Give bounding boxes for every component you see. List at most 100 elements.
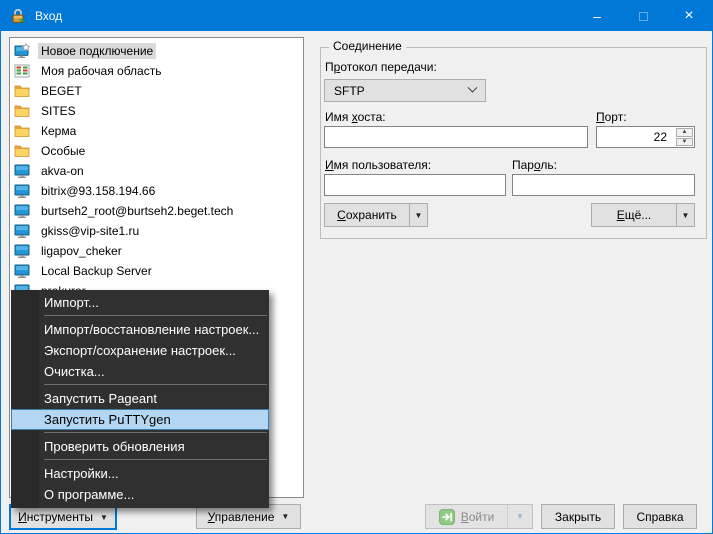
close-dialog-button[interactable]: Закрыть [541,504,615,529]
list-item-label: Керма [38,123,79,139]
tools-context-menu: Импорт... Импорт/восстановление настроек… [11,290,269,508]
manage-button-label: Управление [208,510,275,524]
spin-down-icon[interactable]: ▼ [676,138,693,147]
port-spinner: ▲ ▼ [676,128,693,146]
folder-icon [14,83,30,99]
list-item-site[interactable]: Local Backup Server [10,261,303,281]
menu-item-run-puttygen[interactable]: Запустить PuTTYgen [11,409,269,430]
server-icon [14,163,30,179]
login-button: Войти [426,505,507,528]
server-icon [14,223,30,239]
menu-separator [44,315,267,316]
host-label: Имя хоста: [325,110,386,124]
menu-item-preferences[interactable]: Настройки... [11,463,269,484]
list-item-label: burtseh2_root@burtseh2.beget.tech [38,203,236,219]
list-item-label: bitrix@93.158.194.66 [38,183,158,199]
folder-icon [14,103,30,119]
dropdown-icon: ▼ [281,512,289,521]
minimize-button[interactable]: – [574,1,620,31]
list-item-label: BEGET [38,83,85,99]
tools-button-label: Инструменты [18,510,93,524]
login-dialog: Вход – × Новое подключение Моя рабочая о… [0,0,713,534]
list-item-label: gkiss@vip-site1.ru [38,223,142,239]
maximize-icon [639,12,648,21]
connection-group: Соединение Протокол передачи: SFTP Имя х… [320,47,707,239]
caption-buttons: – × [574,1,712,31]
login-icon [439,509,455,525]
menu-item-import-restore[interactable]: Импорт/восстановление настроек... [11,319,269,340]
list-item-new-session[interactable]: Новое подключение [10,41,303,61]
minimize-icon: – [593,9,601,23]
server-icon [14,203,30,219]
port-input[interactable] [597,127,671,147]
list-item-label: Моя рабочая область [38,63,164,79]
save-split-button: Сохранить ▼ [324,203,428,227]
password-label: Пароль: [512,158,557,172]
menu-item-export-save[interactable]: Экспорт/сохранение настроек... [11,340,269,361]
port-field: ▲ ▼ [596,126,695,148]
port-label: Порт: [596,110,627,124]
group-title: Соединение [329,39,406,53]
save-dropdown-button[interactable]: ▼ [409,204,427,226]
list-item-site[interactable]: gkiss@vip-site1.ru [10,221,303,241]
help-button[interactable]: Справка [623,504,697,529]
more-button[interactable]: Ещё... [592,204,676,226]
protocol-select[interactable]: SFTP [324,79,486,102]
spin-up-icon[interactable]: ▲ [676,128,693,137]
list-item-workspace[interactable]: Моя рабочая область [10,61,303,81]
list-item-folder[interactable]: BEGET [10,81,303,101]
chevron-down-icon [468,83,478,93]
menu-item-import[interactable]: Импорт... [11,292,269,313]
workspace-icon [14,63,30,79]
new-session-icon [14,43,30,59]
list-item-label: ligapov_cheker [38,243,125,259]
more-split-button: Ещё... ▼ [591,203,695,227]
list-item-site[interactable]: bitrix@93.158.194.66 [10,181,303,201]
folder-icon [14,123,30,139]
list-item-label: Особые [38,143,88,159]
dropdown-icon: ▼ [100,513,108,522]
username-label: Имя пользователя: [325,158,431,172]
close-icon: × [684,7,693,25]
server-icon [14,183,30,199]
list-item-folder[interactable]: SITES [10,101,303,121]
list-item-site[interactable]: ligapov_cheker [10,241,303,261]
dropdown-icon: ▼ [516,512,524,521]
dropdown-icon: ▼ [682,211,690,220]
protocol-value: SFTP [334,84,365,98]
list-item-label: Local Backup Server [38,263,155,279]
help-button-label: Справка [636,510,683,524]
password-input[interactable] [512,174,695,196]
list-item-site[interactable]: burtseh2_root@burtseh2.beget.tech [10,201,303,221]
save-button[interactable]: Сохранить [325,204,409,226]
folder-icon [14,143,30,159]
titlebar: Вход – × [1,1,712,31]
server-icon [14,243,30,259]
menu-separator [44,459,267,460]
username-input[interactable] [324,174,506,196]
menu-item-cleanup[interactable]: Очистка... [11,361,269,382]
window-title: Вход [35,9,62,23]
list-item-label: SITES [38,103,79,119]
close-button-label: Закрыть [555,510,601,524]
menu-separator [44,432,267,433]
host-input[interactable] [324,126,588,148]
login-button-label: Войти [461,510,495,524]
close-button[interactable]: × [666,1,712,31]
login-dropdown-button: ▼ [507,505,532,528]
login-split-button: Войти ▼ [425,504,533,529]
list-item-folder[interactable]: Керма [10,121,303,141]
menu-separator [44,384,267,385]
protocol-label: Протокол передачи: [325,60,437,74]
list-item-folder[interactable]: Особые [10,141,303,161]
more-dropdown-button[interactable]: ▼ [676,204,694,226]
menu-item-about[interactable]: О программе... [11,484,269,505]
dropdown-icon: ▼ [415,211,423,220]
list-item-label: akva-on [38,163,87,179]
menu-item-check-updates[interactable]: Проверить обновления [11,436,269,457]
maximize-button [620,1,666,31]
list-item-site[interactable]: akva-on [10,161,303,181]
server-icon [14,263,30,279]
menu-item-run-pageant[interactable]: Запустить Pageant [11,388,269,409]
winscp-lock-icon [10,8,26,24]
